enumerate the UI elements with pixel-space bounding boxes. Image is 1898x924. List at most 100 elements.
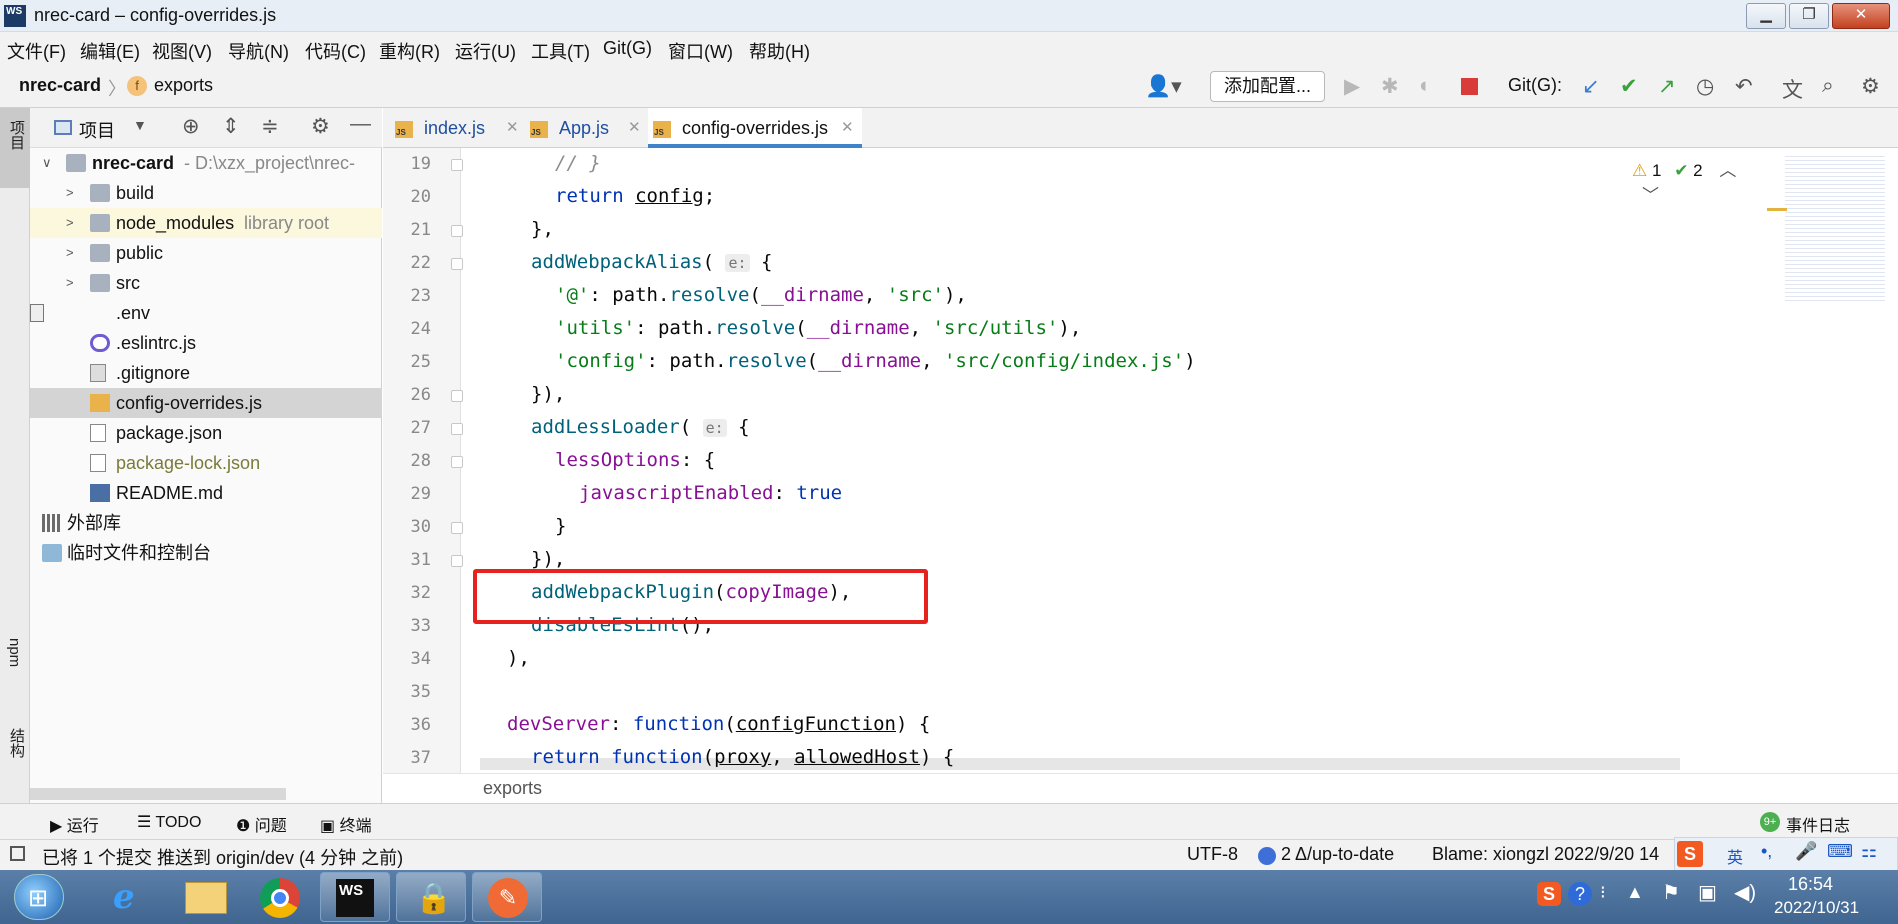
code-line[interactable]: // } [555, 152, 601, 174]
show-hidden-icons-icon[interactable]: ▲ [1626, 882, 1644, 903]
code-line[interactable]: javascriptEnabled: true [579, 482, 842, 504]
code-line[interactable]: ), [507, 647, 530, 669]
maximize-button[interactable]: ❐ [1789, 3, 1829, 29]
search-icon[interactable]: ⌕ [1822, 74, 1834, 98]
view-dropdown-icon[interactable]: ▼ [133, 117, 147, 133]
close-tab-icon[interactable]: ✕ [841, 108, 854, 148]
project-tool-button[interactable]: 项目 [0, 108, 30, 188]
explorer-taskbar-button[interactable] [170, 872, 240, 922]
translate-icon[interactable]: 文 [1782, 74, 1803, 104]
toolbox-icon[interactable]: ⚏ [1861, 841, 1877, 862]
tree-item[interactable]: 临时文件和控制台 [30, 538, 382, 568]
git-commit-icon[interactable]: ✔ [1620, 74, 1638, 99]
menu-edit[interactable]: 编辑(E) [80, 38, 140, 64]
terminal-tool-button[interactable]: ▣ 终端 [320, 812, 372, 836]
code-line[interactable]: '@': path.resolve(__dirname, 'src'), [555, 284, 967, 306]
code-line[interactable]: 'config': path.resolve(__dirname, 'src/c… [555, 350, 1196, 372]
keyboard-icon[interactable]: ⌨ [1827, 841, 1853, 862]
project-panel-title[interactable]: 项目 [79, 117, 115, 143]
menu-tools[interactable]: 工具(T) [531, 38, 590, 64]
menu-view[interactable]: 视图(V) [152, 38, 212, 64]
code-editor[interactable]: ⚠ 1 ✔ 2 ︿ ﹀ // } return config;}, addWebpa… [462, 148, 1762, 773]
npm-tool-button[interactable]: npm [6, 638, 23, 667]
tree-item[interactable]: .eslintrc.js [30, 328, 382, 358]
tree-item[interactable]: .env [30, 298, 382, 328]
structure-tool-button[interactable]: 结构 [6, 728, 27, 758]
code-line[interactable]: devServer: function(configFunction) { [507, 713, 930, 735]
run-tool-button[interactable]: ▶ 运行 [50, 812, 99, 836]
code-line[interactable]: return config; [555, 185, 715, 207]
close-tab-icon[interactable]: ✕ [506, 108, 519, 148]
tab-index-js[interactable]: JS index.js ✕ [395, 108, 525, 148]
ie-taskbar-button[interactable]: e [96, 872, 166, 922]
sogou-tray-icon[interactable]: S [1537, 882, 1561, 906]
postman-taskbar-button[interactable]: ✎ [472, 872, 542, 922]
fold-marker-icon[interactable] [451, 225, 463, 237]
settings-gear-icon[interactable]: ⚙ [1861, 74, 1880, 99]
tree-horizontal-scrollbar[interactable] [30, 788, 286, 800]
code-line[interactable]: 'utils': path.resolve(__dirname, 'src/ut… [555, 317, 1081, 339]
code-line[interactable]: }), [531, 383, 565, 405]
blame-info[interactable]: Blame: xiongzl 2022/9/20 14 [1432, 844, 1659, 865]
tree-item[interactable]: README.md [30, 478, 382, 508]
menu-run[interactable]: 运行(U) [455, 38, 516, 64]
code-line[interactable]: }), [531, 548, 565, 570]
warning-marker[interactable] [1767, 208, 1787, 211]
expand-all-icon[interactable]: ⇕ [222, 114, 240, 139]
tree-item[interactable]: .gitignore [30, 358, 382, 388]
menu-refactor[interactable]: 重构(R) [379, 38, 440, 64]
previous-highlight-icon[interactable]: ︿ [1719, 161, 1736, 180]
vpn-taskbar-button[interactable]: 🔒 [396, 872, 466, 922]
ime-language-toggle[interactable]: 英 [1727, 844, 1743, 868]
event-log-button[interactable]: 事件日志 [1786, 812, 1850, 836]
volume-icon[interactable]: ◀) [1734, 880, 1756, 905]
chevron-right-icon[interactable]: > [66, 238, 74, 268]
chevron-right-icon[interactable]: > [66, 268, 74, 298]
breadcrumb-project[interactable]: nrec-card [19, 75, 101, 96]
editor-breadcrumb[interactable]: exports [483, 778, 542, 799]
next-highlight-icon[interactable]: ﹀ [1642, 186, 1659, 205]
menu-git[interactable]: Git(G) [603, 38, 652, 59]
close-tab-icon[interactable]: ✕ [628, 108, 641, 148]
fold-marker-icon[interactable] [451, 423, 463, 435]
tab-config-overrides-js[interactable]: JS config-overrides.js ✕ [648, 108, 862, 148]
tree-item[interactable]: package-lock.json [30, 448, 382, 478]
add-configuration-button[interactable]: 添加配置... [1210, 71, 1325, 102]
clock-time[interactable]: 16:54 [1788, 874, 1833, 895]
tab-app-js[interactable]: JS App.js ✕ [530, 108, 648, 148]
code-line[interactable]: } [555, 515, 566, 537]
user-icon[interactable]: 👤▾ [1145, 74, 1182, 99]
panel-settings-icon[interactable]: ⚙ [311, 114, 330, 139]
chevron-right-icon[interactable]: > [66, 208, 74, 238]
fold-marker-icon[interactable] [451, 555, 463, 567]
code-line[interactable]: }, [531, 218, 554, 240]
fold-marker-icon[interactable] [451, 456, 463, 468]
chevron-down-icon[interactable]: ∨ [42, 148, 52, 178]
tree-item[interactable]: > node_modules library root [30, 208, 382, 238]
clock-date[interactable]: 2022/10/31 [1774, 898, 1859, 918]
menu-window[interactable]: 窗口(W) [668, 38, 733, 64]
help-tray-icon[interactable]: ? [1568, 882, 1592, 906]
tree-item[interactable]: ∨ nrec-card - D:\xzx_project\nrec- [30, 148, 382, 178]
webstorm-taskbar-button[interactable]: WS [320, 872, 390, 922]
fold-marker-icon[interactable] [451, 522, 463, 534]
network-icon[interactable]: ▣ [1698, 880, 1717, 905]
tree-item[interactable]: > src [30, 268, 382, 298]
debug-icon[interactable]: ✱ [1381, 74, 1399, 99]
menu-code[interactable]: 代码(C) [305, 38, 366, 64]
tree-item[interactable]: config-overrides.js [30, 388, 382, 418]
inspection-widget[interactable]: ⚠ 1 ✔ 2 ︿ ﹀ [1632, 156, 1762, 206]
git-update-icon[interactable]: ↙ [1582, 74, 1600, 99]
git-status[interactable]: 2 Δ/up-to-date [1281, 844, 1394, 865]
code-line[interactable]: return function(proxy, allowedHost) { [531, 746, 954, 768]
status-panel-icon[interactable] [10, 846, 25, 861]
chevron-right-icon[interactable]: > [66, 178, 74, 208]
tree-item[interactable]: 外部库 [30, 508, 382, 538]
collapse-all-icon[interactable]: ≑ [261, 114, 279, 139]
chrome-taskbar-button[interactable] [244, 872, 314, 922]
stop-icon[interactable] [1461, 78, 1478, 95]
rollback-icon[interactable]: ↶ [1735, 74, 1753, 99]
problems-tool-button[interactable]: ❶ 问题 [236, 812, 287, 836]
hide-panel-icon[interactable]: — [350, 112, 371, 136]
status-message[interactable]: 已将 1 个提交 推送到 origin/dev (4 分钟 之前) [42, 844, 403, 870]
